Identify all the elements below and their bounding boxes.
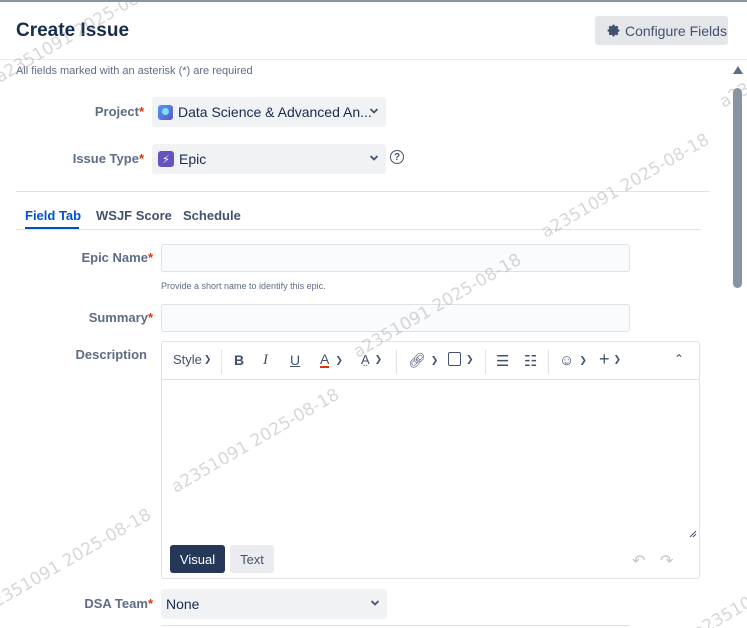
configure-fields-label: Configure Fields bbox=[625, 22, 727, 39]
scrollbar-thumb[interactable] bbox=[733, 88, 742, 288]
project-value: Data Science & Advanced An... bbox=[178, 104, 372, 120]
issue-type-select[interactable]: ⚡ Epic bbox=[152, 144, 386, 174]
chevron-down-icon: ❯ bbox=[466, 353, 474, 364]
insert-more-button[interactable]: + ❯ bbox=[599, 349, 621, 370]
issue-type-label: Issue Type* bbox=[60, 151, 144, 166]
toolbar-separator bbox=[396, 350, 397, 374]
chevron-down-icon: ❯ bbox=[203, 354, 212, 364]
toolbar-separator bbox=[485, 350, 486, 374]
editor-toolbar: Style ❯ B I U A ❯ A̤ ❯ 🔗︎ ❯ ❯ ☰ ☷ ☺ ❯ + ❯ ⌃ bbox=[162, 342, 699, 380]
chevron-down-icon: ❯ bbox=[374, 354, 383, 364]
chevron-down-icon bbox=[370, 600, 380, 606]
tab-field-tab[interactable]: Field Tab bbox=[25, 208, 81, 223]
section-divider bbox=[16, 191, 709, 192]
required-asterisk: * bbox=[138, 151, 144, 166]
tab-wsjf-score[interactable]: WSJF Score bbox=[96, 208, 172, 223]
attachment-button[interactable]: ❯ bbox=[448, 352, 474, 366]
toolbar-separator bbox=[221, 350, 222, 374]
epic-name-label: Epic Name* bbox=[60, 250, 153, 265]
chevron-down-icon: ❯ bbox=[430, 355, 439, 365]
epic-name-helper: Provide a short name to identify this ep… bbox=[161, 281, 326, 291]
undo-icon[interactable]: ↶ bbox=[632, 551, 645, 571]
project-select[interactable]: Data Science & Advanced An... bbox=[152, 97, 386, 127]
required-asterisk: * bbox=[147, 310, 153, 325]
configure-fields-button[interactable]: Configure Fields bbox=[595, 16, 728, 45]
link-icon: 🔗︎ bbox=[408, 352, 426, 368]
summary-label: Summary* bbox=[60, 310, 153, 325]
resize-grip-icon[interactable] bbox=[689, 530, 697, 538]
project-label-text: Project bbox=[94, 104, 139, 119]
dsa-team-label-text: DSA Team bbox=[84, 596, 148, 611]
chevron-down-icon bbox=[369, 108, 379, 114]
dialog-header: Create Issue Configure Fields bbox=[0, 2, 747, 60]
attachment-icon bbox=[448, 352, 461, 366]
summary-label-text: Summary bbox=[88, 310, 148, 325]
dsa-team-label: DSA Team* bbox=[60, 596, 153, 611]
bullet-list-icon: ☰ bbox=[496, 353, 510, 370]
tab-schedule[interactable]: Schedule bbox=[183, 208, 241, 223]
required-fields-note: All fields marked with an asterisk (*) a… bbox=[16, 65, 253, 77]
epic-name-label-text: Epic Name bbox=[81, 250, 148, 265]
bold-button[interactable]: B bbox=[234, 352, 244, 368]
italic-button[interactable]: I bbox=[263, 352, 268, 369]
dsa-team-select[interactable]: None bbox=[161, 589, 387, 619]
description-editor: Style ❯ B I U A ❯ A̤ ❯ 🔗︎ ❯ ❯ ☰ ☷ ☺ ❯ + ❯ ⌃ Vi… bbox=[161, 341, 700, 579]
dialog-title: Create Issue bbox=[16, 20, 130, 41]
text-color-button[interactable]: A ❯ bbox=[320, 352, 343, 368]
style-dropdown-label: Style bbox=[173, 352, 202, 367]
chevron-down-icon: ❯ bbox=[579, 355, 587, 365]
toolbar-separator bbox=[548, 350, 549, 374]
chevron-down-icon bbox=[369, 155, 379, 161]
numbered-list-icon: ☷ bbox=[524, 353, 538, 370]
description-label: Description bbox=[75, 347, 147, 362]
required-asterisk: * bbox=[147, 250, 153, 265]
required-asterisk: * bbox=[138, 104, 144, 119]
issue-type-value: Epic bbox=[179, 151, 207, 167]
plus-icon: + bbox=[599, 349, 610, 369]
editor-content-area[interactable] bbox=[162, 380, 699, 540]
style-dropdown[interactable]: Style ❯ bbox=[173, 352, 211, 367]
text-styles-icon: A̤ bbox=[361, 352, 370, 367]
required-asterisk: * bbox=[147, 596, 153, 611]
emoji-button[interactable]: ☺ ❯ bbox=[559, 352, 587, 369]
link-button[interactable]: 🔗︎ ❯ bbox=[408, 352, 438, 369]
issue-type-label-text: Issue Type bbox=[72, 151, 139, 166]
bullet-list-button[interactable]: ☰ bbox=[496, 352, 509, 370]
editor-footer: Visual Text ↶ ↷ bbox=[162, 540, 699, 578]
field-tabs: Field Tab WSJF Score Schedule bbox=[16, 205, 700, 230]
text-color-icon: A bbox=[320, 351, 330, 368]
numbered-list-button[interactable]: ☷ bbox=[524, 352, 537, 370]
chevron-down-icon: ❯ bbox=[613, 354, 622, 364]
chevron-down-icon: ❯ bbox=[335, 354, 343, 365]
summary-input[interactable] bbox=[161, 304, 630, 332]
epic-name-input[interactable] bbox=[161, 244, 630, 272]
gear-icon bbox=[607, 24, 620, 37]
emoji-icon: ☺ bbox=[559, 352, 575, 369]
underline-button[interactable]: U bbox=[290, 352, 300, 368]
help-icon[interactable]: ? bbox=[390, 150, 404, 164]
epic-lightning-icon: ⚡ bbox=[158, 151, 174, 167]
redo-icon[interactable]: ↷ bbox=[660, 551, 673, 571]
visual-mode-button[interactable]: Visual bbox=[170, 545, 225, 573]
text-mode-button[interactable]: Text bbox=[230, 545, 274, 573]
scroll-up-arrow-icon[interactable] bbox=[733, 66, 743, 74]
double-chevron-up-icon: ⌃ bbox=[674, 352, 685, 366]
active-tab-indicator bbox=[25, 227, 79, 229]
collapse-toolbar-button[interactable]: ⌃ bbox=[674, 352, 684, 366]
text-format-more-button[interactable]: A̤ ❯ bbox=[361, 352, 382, 367]
project-label: Project* bbox=[60, 104, 144, 119]
project-avatar-icon bbox=[158, 104, 173, 120]
dsa-team-value: None bbox=[166, 596, 200, 612]
